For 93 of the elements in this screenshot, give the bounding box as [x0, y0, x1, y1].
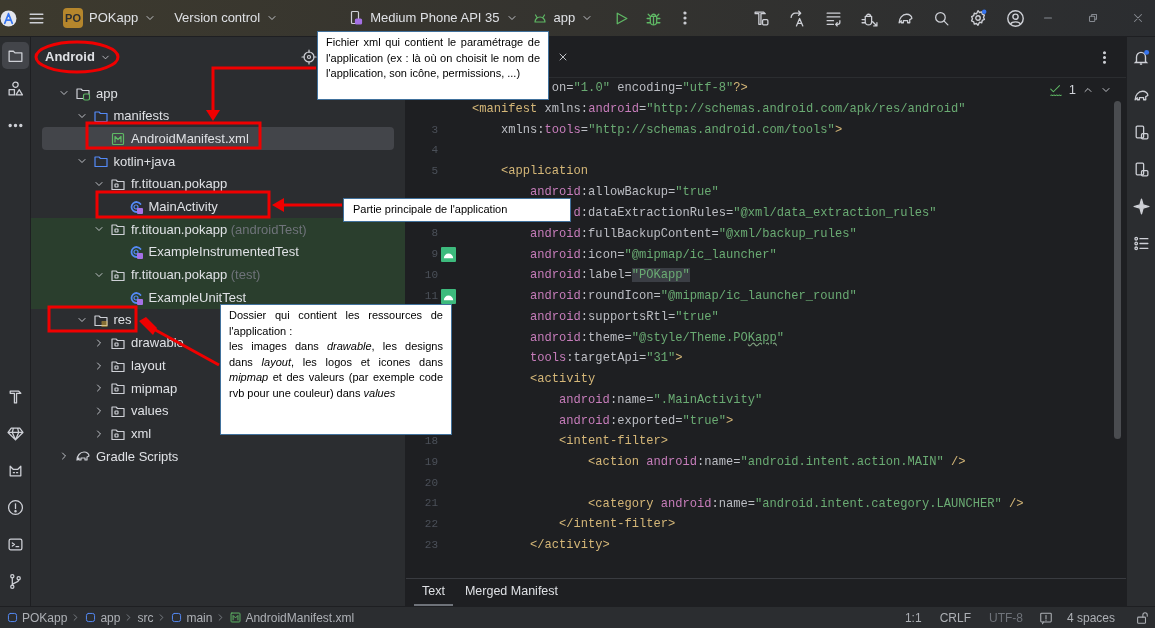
list-icon[interactable] — [1132, 235, 1150, 252]
device-selector[interactable]: Medium Phone API 35 — [348, 5, 518, 31]
sparkle-icon[interactable] — [1132, 198, 1150, 215]
tree-item[interactable]: app — [58, 82, 118, 105]
code-line: android:theme="@style/Theme.POKapp" — [530, 329, 785, 347]
resource-folder-icon — [92, 312, 109, 329]
shapes-icon[interactable] — [6, 80, 24, 97]
tree-item[interactable]: MainActivity — [110, 195, 218, 219]
terminal-icon[interactable] — [6, 536, 24, 553]
lock-icon[interactable] — [1135, 610, 1149, 625]
callout-text: Dossier qui contient les ressources de l'application : — [229, 308, 443, 339]
account-icon[interactable] — [1006, 8, 1026, 28]
breadcrumb[interactable]: AndroidManifest.xml — [229, 608, 355, 627]
tree-item[interactable]: xml — [93, 422, 152, 445]
run-configuration[interactable]: app — [531, 5, 594, 31]
code-line: <activity — [530, 371, 596, 389]
tree-item[interactable]: res — [75, 308, 132, 332]
folder-icon — [92, 108, 109, 125]
hammer-square-icon[interactable] — [753, 9, 771, 27]
code-line: <manifest xmlns:android="http://schemas.android.com/apk/res/android" — [472, 101, 966, 119]
code-line: <intent-filter> — [559, 433, 668, 451]
tree-item[interactable]: Gradle Scripts — [58, 445, 179, 468]
code-line: android:name=".MainActivity" — [559, 391, 763, 409]
module-icon — [6, 611, 19, 624]
line-separator[interactable]: CRLF — [939, 608, 971, 627]
close-tab-icon[interactable] — [557, 51, 569, 63]
search-icon[interactable] — [933, 9, 951, 27]
locate-icon[interactable] — [300, 49, 317, 65]
tree-item[interactable]: values — [93, 399, 169, 423]
code-line: android:roundIcon="@mipmap/ic_launcher_round" — [530, 288, 857, 306]
tree-item[interactable]: fr.titouan.pokapp (androidTest) — [93, 218, 307, 241]
caret-position[interactable]: 1:1 — [904, 608, 922, 627]
version-control-menu[interactable]: Version control — [174, 5, 279, 31]
breadcrumb[interactable]: POKapp — [6, 608, 68, 627]
folder-icon — [92, 153, 109, 170]
package-folder-icon — [110, 176, 126, 193]
tree-item[interactable]: ExampleInstrumentedTest — [110, 240, 299, 264]
code-line: android:allowBackup="true" — [530, 184, 719, 202]
phone-icon — [348, 10, 365, 26]
code-line: <action android:name="android.intent.action.MAIN" /> — [588, 454, 966, 472]
project-tool-button[interactable] — [1, 42, 29, 69]
android-gutter-icon[interactable] — [440, 247, 456, 262]
pointer-arrow — [272, 198, 342, 212]
project-badge: PO — [63, 8, 83, 28]
logo-icon[interactable] — [0, 9, 17, 27]
check-squiggle-icon[interactable] — [1048, 82, 1063, 97]
breadcrumb[interactable]: src — [137, 608, 154, 627]
code-line: xmlns:tools="http://schemas.android.com/tools"> — [501, 121, 843, 139]
indent-setting[interactable]: 4 spaces — [1066, 608, 1115, 627]
tree-item[interactable]: manifests — [75, 104, 170, 128]
tree-item[interactable]: ExampleUnitTest — [110, 286, 247, 309]
code-line: </intent-filter> — [559, 516, 676, 534]
code-line: </activity> — [530, 537, 610, 555]
breadcrumb[interactable]: main — [170, 608, 213, 627]
warning-icon[interactable] — [6, 499, 24, 516]
module-icon — [170, 611, 184, 624]
package-folder-icon — [110, 380, 126, 397]
manifest-file-icon — [110, 130, 126, 147]
editor-tab[interactable]: Text — [414, 579, 453, 606]
code-line: on="1.0" encoding="utf-8"?> — [551, 80, 748, 98]
code-line: tools:targetApi="31"> — [530, 350, 683, 368]
module-icon — [84, 611, 98, 624]
code-line: <application — [501, 163, 589, 181]
gem-icon[interactable] — [6, 425, 24, 442]
callout-text: les images dans drawable, les designs dans layout, les logos et icones dans mipmap et des valeurs (par exemple code rvb pour une couleur) dans values — [229, 339, 443, 401]
problem-count: 1 — [1068, 81, 1076, 99]
bell-icon[interactable] — [1132, 49, 1150, 67]
manifest-file-icon — [229, 611, 243, 624]
tree-item[interactable]: kotlin+java — [75, 150, 176, 173]
settings-icon[interactable] — [969, 9, 988, 27]
module-folder-icon — [75, 85, 91, 102]
callout-text: Fichier xml qui contient le paramétrage de l'application (ex : là où on choisit le nom de l'application, son icône, permissions, ...) — [326, 35, 540, 81]
package-folder-icon — [110, 221, 126, 238]
code-line: android:fullBackupContent="@xml/backup_rules" — [530, 225, 857, 243]
code-line: android:label="POKapp" — [530, 267, 690, 285]
code-line: android:icon="@mipmap/ic_launcher" — [530, 246, 777, 264]
code-line: android:exported="true"> — [559, 412, 734, 430]
tree-item[interactable]: AndroidManifest.xml — [93, 127, 249, 151]
tree-item[interactable]: layout — [93, 354, 166, 377]
tree-item[interactable]: fr.titouan.pokapp — [93, 172, 228, 196]
code-line: <category android:name="android.intent.category.LAUNCHER" /> — [588, 495, 1024, 513]
tree-item[interactable]: fr.titouan.pokapp (test) — [93, 263, 261, 287]
comment-icon[interactable] — [1038, 610, 1053, 625]
project-menu[interactable]: PO POKapp — [61, 5, 159, 31]
callout-text: Partie principale de l'application — [353, 202, 509, 217]
code-line: android:supportsRtl="true" — [530, 308, 719, 326]
breadcrumb[interactable]: app — [84, 608, 121, 627]
editor-tab[interactable]: Merged Manifest — [456, 579, 567, 606]
scrollbar-thumb[interactable] — [1114, 101, 1121, 439]
view-selector[interactable]: Android — [45, 47, 111, 67]
tree-item[interactable]: mipmap — [93, 376, 178, 400]
android-gutter-icon[interactable] — [440, 288, 456, 304]
code-line: d:dataExtractionRules="@xml/data_extraction_rules" — [573, 204, 937, 222]
